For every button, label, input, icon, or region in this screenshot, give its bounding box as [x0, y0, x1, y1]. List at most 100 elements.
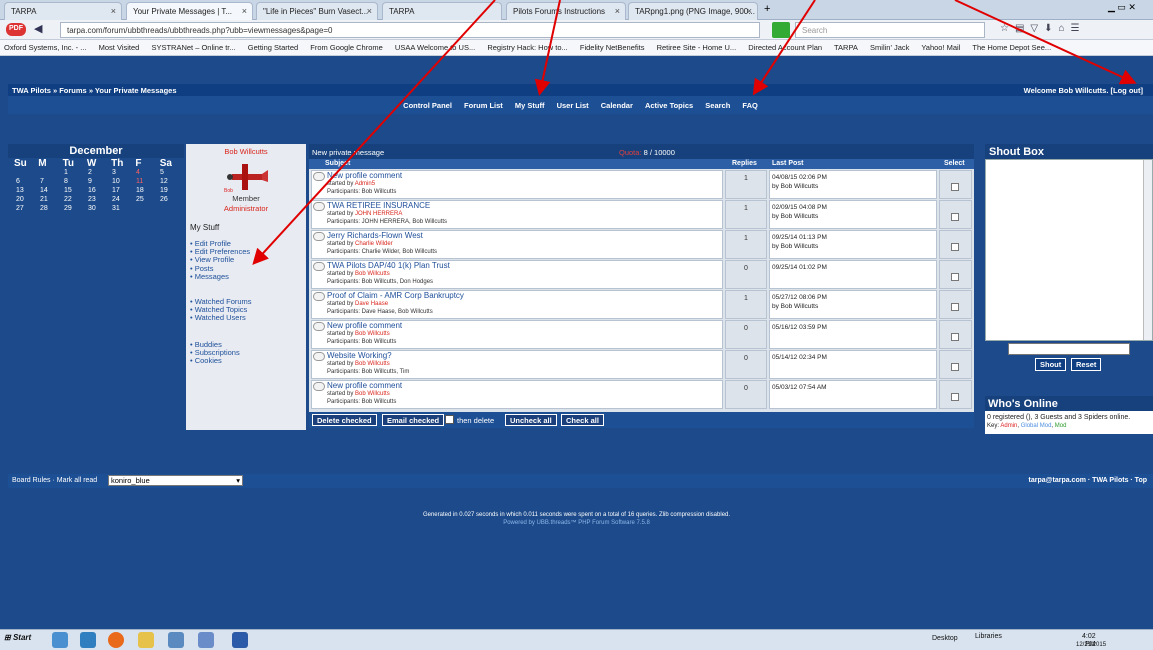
url-bar[interactable]: tarpa.com/forum/ubbthreads/ubbthreads.ph…: [60, 22, 760, 38]
extension-icon[interactable]: [772, 22, 790, 38]
new-tab-button[interactable]: +: [764, 3, 770, 15]
bookmark-item[interactable]: Directed Account Plan: [748, 43, 822, 52]
search-input[interactable]: Search: [795, 22, 985, 38]
bookmark-item[interactable]: Registry Hack: How to...: [487, 43, 567, 52]
bookmark-item[interactable]: Getting Started: [248, 43, 298, 52]
nav-control-panel[interactable]: Control Panel: [403, 101, 452, 110]
bookmark-item[interactable]: Retiree Site - Home U...: [657, 43, 737, 52]
message-title-link[interactable]: New profile comment: [327, 171, 402, 180]
calendar-day[interactable]: 29: [64, 205, 88, 214]
libraries-toolbar[interactable]: Libraries: [975, 633, 1002, 648]
calendar-day[interactable]: 9: [88, 178, 112, 187]
select-checkbox[interactable]: [951, 273, 959, 281]
tab-private-messages[interactable]: Your Private Messages | T... ×: [126, 2, 253, 20]
bookmark-item[interactable]: Most Visited: [99, 43, 140, 52]
calendar-day[interactable]: 16: [88, 187, 112, 196]
menu-cookies[interactable]: • Cookies: [190, 357, 240, 365]
starter-link[interactable]: Admin5: [355, 181, 375, 187]
tab-tarpng[interactable]: TARpng1.png (PNG Image, 900... ×: [628, 2, 758, 20]
calendar-day[interactable]: 10: [112, 178, 136, 187]
calendar-day[interactable]: 6: [16, 178, 40, 187]
calendar-day[interactable]: 18: [136, 187, 160, 196]
then-delete-checkbox[interactable]: [445, 415, 454, 424]
last-post-date[interactable]: 09/25/14 01:13 PM: [772, 233, 934, 242]
shout-scrollbar[interactable]: [1143, 160, 1152, 340]
starter-link[interactable]: Charlie Wilder: [355, 241, 393, 247]
window-controls[interactable]: ▁ ▭ ✕: [1108, 2, 1136, 13]
uncheck-all-button[interactable]: Uncheck all: [505, 414, 557, 426]
ie-icon[interactable]: [52, 632, 68, 648]
profile-name[interactable]: Bob Willcutts: [186, 147, 306, 156]
toolbar-icons[interactable]: ☆▤▽⬇⌂☰: [1000, 23, 1086, 34]
pdf-icon[interactable]: PDF: [6, 23, 26, 36]
col-subject[interactable]: Subject: [325, 160, 350, 167]
calendar-day[interactable]: 3: [112, 169, 136, 178]
style-select[interactable]: koniro_blue ▾: [108, 475, 243, 486]
nav-user-list[interactable]: User List: [557, 101, 589, 110]
check-all-button[interactable]: Check all: [561, 414, 604, 426]
last-post-date[interactable]: 09/25/14 01:02 PM: [772, 263, 934, 272]
welcome-logout[interactable]: Welcome Bob Willcutts. [Log out]: [1024, 86, 1143, 95]
calendar-day[interactable]: 4: [136, 169, 160, 178]
last-post-date[interactable]: 05/14/12 02:34 PM: [772, 353, 934, 362]
bookmark-item[interactable]: USAA Welcome to US...: [395, 43, 475, 52]
message-title-link[interactable]: TWA Pilots DAP/40 1(k) Plan Trust: [327, 261, 450, 270]
calendar-day[interactable]: 31: [112, 205, 136, 214]
new-pm-link[interactable]: New private message: [312, 148, 384, 157]
nav-forum-list[interactable]: Forum List: [464, 101, 503, 110]
message-title-link[interactable]: TWA RETIREE INSURANCE: [327, 201, 430, 210]
calendar-day[interactable]: 11: [136, 178, 160, 187]
tab-life-in-pieces[interactable]: "Life in Pieces" Burn Vasect... ×: [256, 2, 378, 20]
word-icon[interactable]: [232, 632, 248, 648]
select-checkbox[interactable]: [951, 393, 959, 401]
nav-calendar[interactable]: Calendar: [601, 101, 633, 110]
select-checkbox[interactable]: [951, 213, 959, 221]
bookmark-item[interactable]: The Home Depot See...: [972, 43, 1051, 52]
last-post-date[interactable]: 05/16/12 03:59 PM: [772, 323, 934, 332]
app-icon[interactable]: [198, 632, 214, 648]
nav-my-stuff[interactable]: My Stuff: [515, 101, 545, 110]
message-title-link[interactable]: Website Working?: [327, 351, 392, 360]
calendar-day[interactable]: 1: [64, 169, 88, 178]
start-button[interactable]: ⊞ Start: [4, 633, 31, 648]
close-icon[interactable]: ×: [747, 6, 752, 16]
nav-faq[interactable]: FAQ: [742, 101, 757, 110]
calendar-day[interactable]: 22: [64, 196, 88, 205]
last-post-date[interactable]: 04/08/15 02:06 PM: [772, 173, 934, 182]
calendar-day[interactable]: 2: [88, 169, 112, 178]
select-checkbox[interactable]: [951, 303, 959, 311]
calendar-day[interactable]: 27: [16, 205, 40, 214]
last-post-date[interactable]: 02/09/15 04:08 PM: [772, 203, 934, 212]
nav-search[interactable]: Search: [705, 101, 730, 110]
desktop-toolbar[interactable]: Desktop: [932, 635, 958, 650]
select-checkbox[interactable]: [951, 333, 959, 341]
starter-link[interactable]: JOHN HERRERA: [355, 211, 402, 217]
starter-link[interactable]: Bob Willcutts: [355, 271, 390, 277]
select-checkbox[interactable]: [951, 363, 959, 371]
nav-active-topics[interactable]: Active Topics: [645, 101, 693, 110]
powered-by[interactable]: Powered by UBB.threads™ PHP Forum Softwa…: [0, 520, 1153, 526]
message-title-link[interactable]: Proof of Claim - AMR Corp Bankruptcy: [327, 291, 464, 300]
message-title-link[interactable]: New profile comment: [327, 321, 402, 330]
menu-watched-users[interactable]: • Watched Users: [190, 314, 252, 322]
shout-input[interactable]: [1008, 343, 1130, 355]
calendar-day[interactable]: 7: [40, 178, 64, 187]
bookmark-item[interactable]: Fidelity NetBenefits: [580, 43, 645, 52]
col-last-post[interactable]: Last Post: [772, 160, 804, 167]
shout-button[interactable]: Shout: [1035, 358, 1067, 371]
last-post-date[interactable]: 05/27/12 08:06 PM: [772, 293, 934, 302]
calendar-day[interactable]: 5: [160, 169, 184, 178]
delete-checked-button[interactable]: Delete checked: [312, 414, 377, 426]
calendar-day[interactable]: 25: [136, 196, 160, 205]
calendar-day[interactable]: 15: [64, 187, 88, 196]
calendar-day[interactable]: 20: [16, 196, 40, 205]
calendar-day[interactable]: 14: [40, 187, 64, 196]
board-rules-links[interactable]: Board Rules · Mark all read: [12, 477, 97, 484]
calendar-day[interactable]: 26: [160, 196, 184, 205]
bookmark-item[interactable]: TARPA: [834, 43, 858, 52]
footer-links[interactable]: tarpa@tarpa.com · TWA Pilots · Top: [1029, 477, 1147, 484]
col-replies[interactable]: Replies: [732, 160, 757, 167]
close-icon[interactable]: ×: [111, 6, 116, 16]
online-summary[interactable]: 0 registered (), 3 Guests and 3 Spiders …: [987, 413, 1151, 422]
email-checked-button[interactable]: Email checked: [382, 414, 445, 426]
